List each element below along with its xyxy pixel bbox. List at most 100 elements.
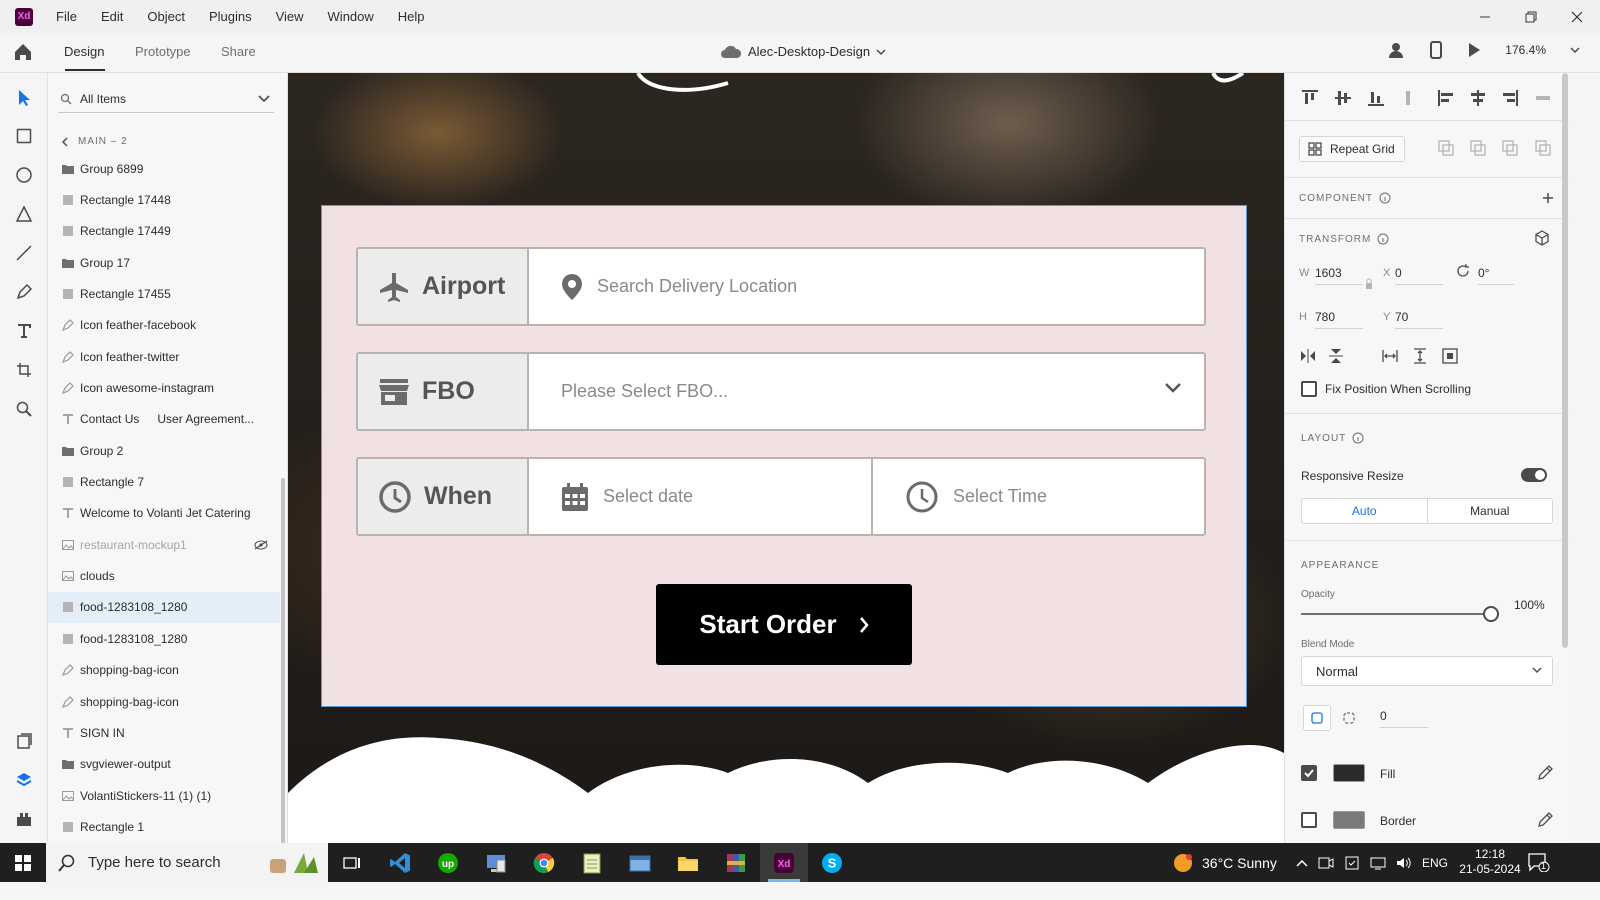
corner-radius-field[interactable]: 0	[1380, 709, 1428, 728]
eye-off-icon[interactable]	[254, 539, 268, 553]
mobile-preview-icon[interactable]	[1429, 41, 1443, 59]
width-field[interactable]: 1603	[1315, 266, 1363, 285]
menu-object[interactable]: Object	[147, 9, 185, 24]
upwork-icon[interactable]: up	[424, 843, 472, 882]
layers-icon[interactable]	[14, 770, 34, 790]
fit-height-icon[interactable]	[1411, 347, 1429, 365]
blend-mode-select[interactable]: Normal	[1301, 656, 1553, 686]
zoom-level[interactable]: 176.4%	[1505, 43, 1546, 57]
opacity-slider-thumb[interactable]	[1483, 606, 1499, 622]
start-order-button[interactable]: Start Order	[656, 584, 912, 665]
lock-aspect-icon[interactable]	[1365, 278, 1373, 290]
3d-transform-icon[interactable]	[1533, 229, 1551, 247]
boolean-add-icon[interactable]	[1437, 139, 1455, 157]
eyedropper-icon[interactable]	[1536, 764, 1554, 782]
layer-row[interactable]: Rectangle 17455	[48, 278, 280, 309]
layer-row[interactable]: shopping-bag-icon	[48, 686, 280, 717]
layer-row[interactable]: Rectangle 7	[48, 466, 280, 497]
time-picker[interactable]: Select Time	[873, 459, 1204, 534]
add-component-icon[interactable]	[1539, 189, 1557, 207]
info-icon[interactable]	[1377, 233, 1389, 245]
remote-desktop-icon[interactable]	[472, 843, 520, 882]
vscode-icon[interactable]	[376, 843, 424, 882]
layer-row[interactable]: Group 17	[48, 247, 280, 278]
resize-auto-option[interactable]: Auto	[1302, 499, 1428, 523]
x-field[interactable]: 0	[1395, 266, 1443, 285]
delivery-location-input[interactable]: Search Delivery Location	[529, 249, 1204, 324]
polygon-tool-icon[interactable]	[14, 204, 34, 224]
artboard-tool-icon[interactable]	[14, 360, 34, 380]
fix-position-checkbox[interactable]	[1301, 381, 1317, 397]
layer-row[interactable]: food-1283108_1280	[48, 623, 280, 654]
info-icon[interactable]	[1379, 192, 1391, 204]
boolean-subtract-icon[interactable]	[1469, 139, 1487, 157]
menu-view[interactable]: View	[276, 9, 304, 24]
layer-row[interactable]: Icon feather-twitter	[48, 341, 280, 372]
winrar-icon[interactable]	[712, 843, 760, 882]
layer-filter[interactable]: All Items	[58, 85, 274, 113]
file-explorer-icon[interactable]	[664, 843, 712, 882]
repeat-grid-button[interactable]: Repeat Grid	[1299, 136, 1405, 162]
layer-row[interactable]: Rectangle 17449	[48, 216, 280, 247]
volume-icon[interactable]	[1396, 856, 1412, 870]
plugins-icon[interactable]	[14, 809, 34, 829]
layer-row[interactable]: Rectangle 1	[48, 811, 280, 842]
zoom-tool-icon[interactable]	[14, 399, 34, 419]
close-button[interactable]	[1554, 0, 1600, 33]
security-icon[interactable]	[1344, 855, 1360, 871]
tab-share[interactable]: Share	[221, 44, 256, 59]
distribute-vertical-icon[interactable]	[1399, 89, 1417, 107]
boolean-intersect-icon[interactable]	[1501, 139, 1519, 157]
opacity-value[interactable]: 100%	[1514, 598, 1545, 612]
home-icon[interactable]	[12, 41, 36, 65]
pen-tool-icon[interactable]	[14, 282, 34, 302]
taskbar-search[interactable]: Type here to search	[46, 843, 328, 882]
play-icon[interactable]	[1467, 42, 1481, 58]
chevron-down-icon[interactable]	[258, 95, 270, 103]
menu-help[interactable]: Help	[398, 9, 425, 24]
border-checkbox[interactable]	[1301, 812, 1317, 828]
fill-color-swatch[interactable]	[1333, 764, 1365, 782]
fill-checkbox[interactable]	[1301, 765, 1317, 781]
fbo-select[interactable]: Please Select FBO...	[529, 354, 1204, 429]
layer-row[interactable]: svgviewer-output	[48, 749, 280, 780]
layer-row[interactable]: Welcome to Volanti Jet Catering	[48, 498, 280, 529]
layer-row[interactable]: Rectangle 17448	[48, 184, 280, 215]
align-top-icon[interactable]	[1301, 89, 1319, 107]
fit-content-icon[interactable]	[1441, 347, 1459, 365]
individual-corners-button[interactable]	[1335, 705, 1363, 731]
eyedropper-icon[interactable]	[1536, 811, 1554, 829]
weather-widget[interactable]: 36°C Sunny	[1172, 843, 1277, 882]
date-picker[interactable]: Select date	[529, 459, 873, 534]
height-field[interactable]: 780	[1315, 310, 1363, 329]
meet-now-icon[interactable]	[1318, 856, 1334, 870]
align-middle-icon[interactable]	[1334, 89, 1352, 107]
align-right-icon[interactable]	[1501, 89, 1519, 107]
windows-start-button[interactable]	[0, 843, 46, 882]
layer-row[interactable]: Contact Us User Agreement...	[48, 404, 280, 435]
border-color-swatch[interactable]	[1333, 811, 1365, 829]
notepad-icon[interactable]	[568, 843, 616, 882]
layers-scrollbar[interactable]	[281, 478, 285, 848]
align-bottom-icon[interactable]	[1367, 89, 1385, 107]
task-view-icon[interactable]	[328, 843, 376, 882]
opacity-slider-track[interactable]	[1301, 613, 1491, 615]
adobe-xd-icon[interactable]: Xd	[760, 843, 808, 882]
ellipse-tool-icon[interactable]	[14, 165, 34, 185]
text-tool-icon[interactable]	[14, 321, 34, 341]
layer-row[interactable]: restaurant-mockup1	[48, 529, 280, 560]
tab-prototype[interactable]: Prototype	[135, 44, 191, 59]
layer-row[interactable]: Group 2	[48, 435, 280, 466]
layer-row[interactable]: Group 6899	[48, 153, 280, 184]
user-share-icon[interactable]	[1387, 41, 1405, 59]
align-center-icon[interactable]	[1469, 89, 1487, 107]
boolean-exclude-icon[interactable]	[1534, 139, 1552, 157]
info-icon[interactable]	[1352, 432, 1364, 444]
line-tool-icon[interactable]	[14, 243, 34, 263]
layer-row[interactable]: Icon feather-facebook	[48, 310, 280, 341]
layer-row[interactable]: Icon awesome-instagram	[48, 372, 280, 403]
rotation-field[interactable]: 0°	[1478, 266, 1514, 285]
resize-manual-option[interactable]: Manual	[1428, 499, 1553, 523]
rectangle-tool-icon[interactable]	[14, 126, 34, 146]
align-left-icon[interactable]	[1437, 89, 1455, 107]
